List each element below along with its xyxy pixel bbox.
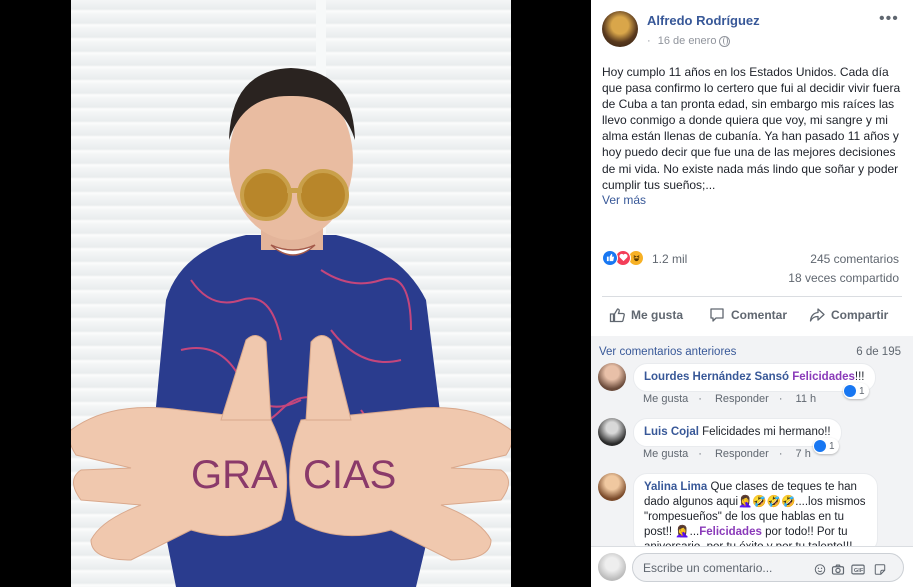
post-date[interactable]: · 16 de enero bbox=[647, 35, 716, 47]
comment-mention[interactable]: Felicidades bbox=[699, 526, 762, 538]
person-illustration: GRA CIAS bbox=[71, 68, 511, 587]
comment-bubble: Luis Cojal Felicidades mi hermano!! bbox=[633, 418, 842, 447]
post-text: Hoy cumplo 11 años en los Estados Unidos… bbox=[602, 65, 901, 192]
comment-reply-link[interactable]: Responder bbox=[715, 448, 769, 460]
actions-divider-top bbox=[602, 296, 902, 297]
commenter-avatar[interactable] bbox=[598, 418, 626, 446]
like-reaction-icon bbox=[602, 250, 618, 266]
comments-pager: 6 de 195 bbox=[856, 346, 901, 358]
comment-like-count: 1 bbox=[829, 440, 835, 452]
mini-like-icon bbox=[844, 385, 856, 397]
comment-like-link[interactable]: Me gusta bbox=[643, 393, 688, 405]
comment-icon bbox=[710, 308, 724, 322]
comment-reply-link[interactable]: Responder bbox=[715, 393, 769, 405]
like-button[interactable]: Me gusta bbox=[609, 304, 683, 326]
comment-meta: Me gusta · Responder · 7 h bbox=[643, 448, 811, 460]
comment-like-badge[interactable]: 1 bbox=[843, 383, 869, 399]
previous-comments-link[interactable]: Ver comentarios anteriores bbox=[599, 346, 736, 358]
gif-icon[interactable]: GIF bbox=[851, 564, 865, 575]
share-button-label: Compartir bbox=[831, 308, 889, 322]
comment-item: Luis Cojal Felicidades mi hermano!! 1 Me… bbox=[591, 418, 913, 468]
comment-composer: GIF bbox=[591, 546, 913, 587]
comments-count[interactable]: 245 comentarios bbox=[810, 252, 899, 266]
comment-like-link[interactable]: Me gusta bbox=[643, 448, 688, 460]
author-name[interactable]: Alfredo Rodríguez bbox=[647, 13, 760, 28]
author-avatar[interactable] bbox=[602, 11, 638, 47]
share-icon bbox=[809, 308, 825, 322]
thumbs-up-icon bbox=[609, 308, 625, 323]
comment-author[interactable]: Yalina Lima bbox=[644, 481, 707, 493]
comment-bubble: Yalina Lima Que clases de teques te han … bbox=[633, 473, 878, 553]
comment-button[interactable]: Comentar bbox=[709, 304, 787, 326]
post-header: Alfredo Rodríguez · 16 de enero ••• bbox=[591, 0, 913, 60]
comment-text: !!! bbox=[854, 371, 865, 383]
more-options-button[interactable]: ••• bbox=[879, 11, 899, 28]
like-button-label: Me gusta bbox=[631, 308, 684, 322]
commenter-avatar[interactable] bbox=[598, 473, 626, 501]
right-hand-text: CIAS bbox=[303, 453, 396, 497]
comment-button-label: Comentar bbox=[731, 308, 788, 322]
left-hand-text: GRA bbox=[191, 453, 278, 497]
shares-count[interactable]: 18 veces compartido bbox=[788, 271, 899, 285]
camera-icon[interactable] bbox=[831, 564, 845, 575]
comment-item: Yalina Lima Que clases de teques te han … bbox=[591, 473, 913, 553]
photo-viewer: GRA CIAS bbox=[0, 0, 591, 587]
share-button[interactable]: Compartir bbox=[809, 304, 888, 326]
post-date-text[interactable]: 16 de enero bbox=[658, 35, 717, 47]
globe-icon bbox=[719, 36, 730, 47]
comment-item: Lourdes Hernández Sansó Felicidades!!! 1… bbox=[591, 363, 913, 413]
sticker-icon[interactable] bbox=[873, 564, 887, 575]
comment-meta: Me gusta · Responder · 11 h bbox=[643, 393, 817, 405]
commenter-avatar[interactable] bbox=[598, 363, 626, 391]
post-date-separator: · bbox=[647, 35, 651, 47]
emoji-icon[interactable] bbox=[813, 564, 827, 575]
svg-text:GIF: GIF bbox=[854, 568, 864, 574]
comment-author[interactable]: Luis Cojal bbox=[644, 426, 699, 438]
comment-time[interactable]: 7 h bbox=[796, 448, 811, 460]
reaction-count[interactable]: 1.2 mil bbox=[652, 252, 687, 266]
comment-time[interactable]: 11 h bbox=[796, 393, 817, 405]
post-panel: Alfredo Rodríguez · 16 de enero ••• Hoy … bbox=[591, 0, 913, 587]
comments-section: Ver comentarios anteriores 6 de 195 Lour… bbox=[591, 336, 913, 553]
post-photo[interactable]: GRA CIAS bbox=[71, 0, 511, 587]
comment-like-count: 1 bbox=[859, 385, 865, 397]
user-avatar bbox=[598, 553, 626, 581]
comment-text: Felicidades mi hermano!! bbox=[702, 426, 831, 438]
comment-mention[interactable]: Felicidades bbox=[792, 371, 855, 383]
comment-bubble: Lourdes Hernández Sansó Felicidades!!! bbox=[633, 363, 876, 392]
comment-author[interactable]: Lourdes Hernández Sansó bbox=[644, 371, 789, 383]
see-more-link[interactable]: Ver más bbox=[602, 193, 646, 207]
